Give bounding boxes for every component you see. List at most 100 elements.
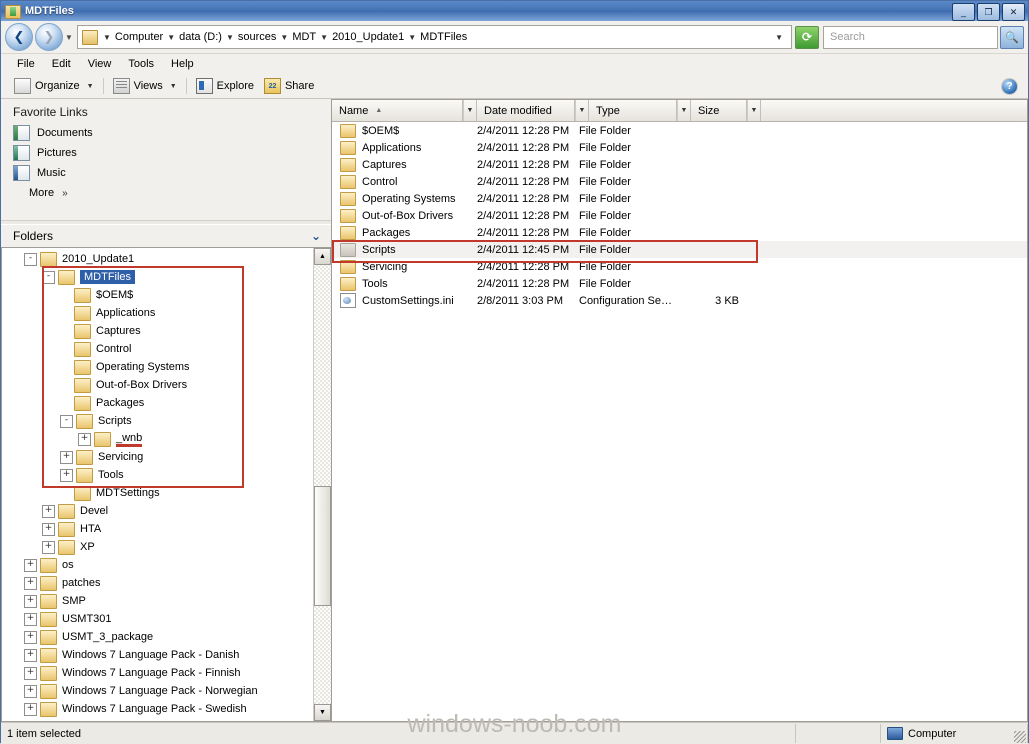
tree-item[interactable]: + Tools [2, 466, 313, 484]
tree-item[interactable]: + HTA [2, 520, 313, 538]
organize-button[interactable]: Organize ▼ [9, 77, 99, 95]
tree-item[interactable]: Packages [2, 394, 313, 412]
expand-icon[interactable]: + [78, 432, 91, 446]
tree-item[interactable]: - MDTFiles [2, 268, 313, 286]
tree-item[interactable]: + Devel [2, 502, 313, 520]
expand-icon[interactable]: + [24, 558, 37, 572]
tree-scrollbar[interactable]: ▲ ▼ [313, 248, 331, 721]
breadcrumb-item-computer[interactable]: Computer [112, 31, 166, 43]
breadcrumb-separator[interactable]: ▼ [279, 33, 289, 42]
tree-item[interactable]: Control [2, 340, 313, 358]
tree-item[interactable]: + Windows 7 Language Pack - Swedish [2, 700, 313, 718]
help-icon[interactable]: ? [1001, 78, 1018, 95]
collapse-icon[interactable]: - [24, 252, 37, 266]
breadcrumb-separator[interactable]: ▼ [166, 33, 176, 42]
expand-icon[interactable]: + [42, 522, 55, 536]
chevron-down-icon[interactable]: ⌄ [311, 229, 321, 243]
expand-icon[interactable]: + [24, 702, 37, 716]
column-menu-date[interactable]: ▼ [575, 100, 589, 121]
collapse-icon[interactable]: - [60, 414, 73, 428]
maximize-button[interactable]: ❐ [977, 3, 1000, 21]
tree-item[interactable]: Applications [2, 304, 313, 322]
column-header-date-modified[interactable]: Date modified [477, 100, 575, 121]
breadcrumb-item-mdt[interactable]: MDT [289, 31, 319, 43]
views-button[interactable]: Views ▼ [108, 77, 182, 95]
tree-item[interactable]: + Servicing [2, 448, 313, 466]
table-row[interactable]: $OEM$ 2/4/2011 12:28 PM File Folder [332, 122, 1027, 139]
tree-item[interactable]: - Scripts [2, 412, 313, 430]
back-arrow-icon[interactable]: ❮ [5, 23, 33, 51]
menu-item-edit[interactable]: Edit [44, 56, 79, 72]
column-menu-size[interactable]: ▼ [747, 100, 761, 121]
table-row[interactable]: Tools 2/4/2011 12:28 PM File Folder [332, 275, 1027, 292]
tree-item[interactable]: + SMP [2, 592, 313, 610]
table-row[interactable]: Control 2/4/2011 12:28 PM File Folder [332, 173, 1027, 190]
table-row[interactable]: Operating Systems 2/4/2011 12:28 PM File F… [332, 190, 1027, 207]
breadcrumb-item-2010-update1[interactable]: 2010_Update1 [329, 31, 407, 43]
minimize-button[interactable]: _ [952, 3, 975, 21]
tree-item[interactable]: + os [2, 556, 313, 574]
table-row[interactable]: Scripts 2/4/2011 12:45 PM File Folder [332, 241, 1027, 258]
tree-item[interactable]: + _wnb [2, 430, 313, 448]
sidebar-item-pictures[interactable]: Pictures [1, 143, 331, 163]
breadcrumb-item-mdtfiles[interactable]: MDTFiles [417, 31, 470, 43]
tree-item[interactable]: + Windows 7 Language Pack - Norwegian [2, 682, 313, 700]
tree-item[interactable]: + Windows 7 Language Pack - Finnish [2, 664, 313, 682]
tree-item[interactable]: Out-of-Box Drivers [2, 376, 313, 394]
breadcrumb-separator[interactable]: ▼ [319, 33, 329, 42]
expand-icon[interactable]: + [24, 648, 37, 662]
more-links-button[interactable]: More » [1, 183, 331, 203]
tree-item[interactable]: + Windows 7 Language Pack - Danish [2, 646, 313, 664]
resize-grip-icon[interactable] [1014, 731, 1026, 743]
tree-item[interactable]: Captures [2, 322, 313, 340]
menu-item-file[interactable]: File [9, 56, 43, 72]
table-row[interactable]: Applications 2/4/2011 12:28 PM File Folder [332, 139, 1027, 156]
table-row[interactable]: CustomSettings.ini 2/8/2011 3:03 PM Config… [332, 292, 1027, 309]
breadcrumb-item-data-d[interactable]: data (D:) [176, 31, 225, 43]
search-input[interactable] [823, 25, 998, 49]
table-row[interactable]: Packages 2/4/2011 12:28 PM File Folder [332, 224, 1027, 241]
menu-item-view[interactable]: View [80, 56, 120, 72]
column-header-type[interactable]: Type [589, 100, 677, 121]
breadcrumb-item-sources[interactable]: sources [235, 31, 280, 43]
column-header-size[interactable]: Size [691, 100, 747, 121]
folders-header[interactable]: Folders ⌄ [1, 225, 331, 247]
expand-icon[interactable]: + [42, 504, 55, 518]
expand-icon[interactable]: + [24, 630, 37, 644]
history-dropdown-icon[interactable]: ▼ [63, 33, 75, 42]
scroll-up-arrow-icon[interactable]: ▲ [314, 248, 331, 265]
breadcrumb[interactable]: ▼ Computer ▼ data (D:) ▼ sources ▼ MDT ▼… [77, 25, 792, 49]
menu-item-tools[interactable]: Tools [120, 56, 162, 72]
folder-tree[interactable]: -2010_Update1- MDTFiles $OEM$ Applications C… [2, 248, 313, 721]
share-button[interactable]: 22 Share [259, 77, 319, 95]
tree-item[interactable]: $OEM$ [2, 286, 313, 304]
sidebar-item-music[interactable]: Music [1, 163, 331, 183]
sidebar-item-documents[interactable]: Documents [1, 123, 331, 143]
table-row[interactable]: Out-of-Box Drivers 2/4/2011 12:28 PM File … [332, 207, 1027, 224]
expand-icon[interactable]: + [60, 450, 73, 464]
column-menu-type[interactable]: ▼ [677, 100, 691, 121]
tree-item[interactable]: - 2010_Update1 [2, 250, 313, 268]
explore-button[interactable]: Explore [191, 77, 259, 95]
table-row[interactable]: Captures 2/4/2011 12:28 PM File Folder [332, 156, 1027, 173]
forward-arrow-icon[interactable]: ❯ [35, 23, 63, 51]
column-header-name[interactable]: Name ▲ [332, 100, 463, 121]
breadcrumb-overflow-icon[interactable]: ▼ [769, 33, 789, 42]
scroll-down-arrow-icon[interactable]: ▼ [314, 704, 331, 721]
breadcrumb-separator[interactable]: ▼ [407, 33, 417, 42]
tree-item[interactable]: MDTSettings [2, 484, 313, 502]
expand-icon[interactable]: + [24, 684, 37, 698]
tree-item[interactable]: + USMT301 [2, 610, 313, 628]
expand-icon[interactable]: + [42, 540, 55, 554]
menu-item-help[interactable]: Help [163, 56, 202, 72]
scrollbar-thumb[interactable] [314, 486, 331, 606]
search-field[interactable] [828, 30, 993, 44]
expand-icon[interactable]: + [24, 666, 37, 680]
tree-item[interactable]: + USMT_3_package [2, 628, 313, 646]
collapse-icon[interactable]: - [42, 270, 55, 284]
expand-icon[interactable]: + [24, 594, 37, 608]
breadcrumb-separator[interactable]: ▼ [225, 33, 235, 42]
breadcrumb-separator[interactable]: ▼ [102, 33, 112, 42]
magnifier-icon[interactable]: 🔍 [1000, 25, 1024, 49]
table-row[interactable]: Servicing 2/4/2011 12:28 PM File Folder [332, 258, 1027, 275]
